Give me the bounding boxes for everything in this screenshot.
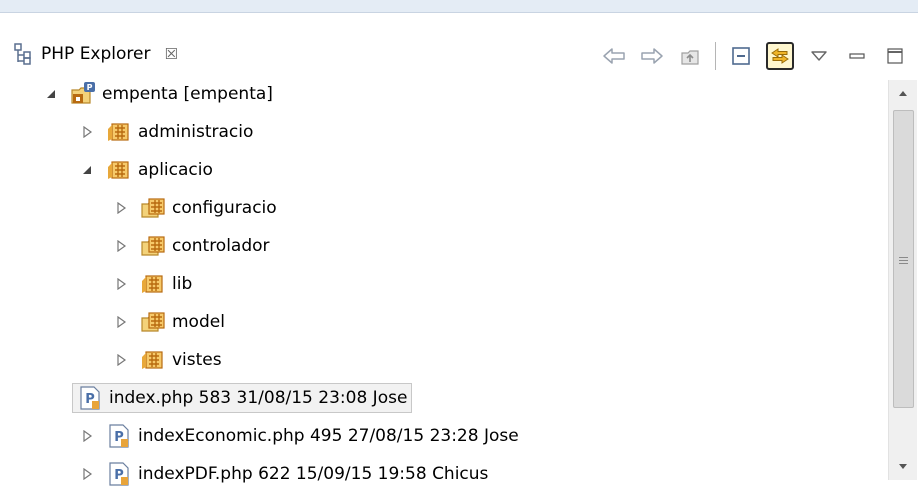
package-icon [108, 161, 129, 179]
tree-item[interactable]: model [114, 305, 225, 339]
tree-item-label: aplicacio [138, 160, 213, 180]
close-icon[interactable]: ☒ [164, 45, 177, 63]
package-icon [142, 275, 163, 293]
collapse-all-button[interactable] [728, 43, 754, 69]
php-explorer-icon [14, 42, 31, 65]
link-with-editor-icon [771, 48, 789, 64]
tree-item[interactable]: P indexPDF.php 622 15/09/15 19:58 Chicus [80, 457, 488, 491]
scroll-thumb[interactable] [893, 110, 914, 408]
view-title: PHP Explorer [41, 43, 151, 64]
collapse-all-icon [732, 47, 750, 65]
tree-item[interactable]: aplicacio [80, 153, 213, 187]
maximize-icon [887, 48, 903, 64]
up-button[interactable] [677, 43, 703, 69]
tree-item-label: controlador [172, 236, 270, 256]
tree-item[interactable]: administracio [80, 115, 253, 149]
minimize-button[interactable] [844, 43, 870, 69]
tree-item-label: indexPDF.php 622 15/09/15 19:58 Chicus [138, 464, 489, 484]
collapsed-twistie-icon[interactable] [114, 315, 128, 329]
tree-item-label: configuracio [172, 198, 277, 218]
php-project-icon: P [71, 82, 95, 104]
link-with-editor-button[interactable] [766, 42, 794, 70]
scroll-up-arrow-icon [899, 91, 907, 96]
collapsed-twistie-icon[interactable] [80, 125, 94, 139]
collapsed-twistie-icon[interactable] [114, 353, 128, 367]
tree-item[interactable]: P indexEconomic.php 495 27/08/15 23:28 J… [80, 419, 519, 453]
back-arrow-icon [603, 48, 625, 64]
php-file-icon: P [109, 424, 129, 448]
forward-arrow-icon [641, 48, 663, 64]
tree-item[interactable]: configuracio [114, 191, 277, 225]
tree-item-selected[interactable]: P index.php 583 31/08/15 23:08 Jose [72, 381, 413, 415]
tree-item[interactable]: controlador [114, 229, 270, 263]
tree-item-label: model [172, 312, 225, 332]
package-folder-icon [141, 236, 165, 256]
package-folder-icon [141, 312, 165, 332]
tree-item-label: indexEconomic.php 495 27/08/15 23:28 Jos… [138, 426, 519, 446]
tree-item-label: index.php 583 31/08/15 23:08 Jose [109, 388, 408, 408]
tree-item-label: empenta [empenta] [102, 84, 273, 104]
up-folder-icon [681, 50, 699, 65]
collapsed-twistie-icon[interactable] [80, 467, 94, 481]
package-icon [142, 351, 163, 369]
project-tree: P empenta [empenta] administracio aplica… [0, 77, 888, 486]
view-top-strip [0, 0, 918, 13]
maximize-button[interactable] [882, 43, 908, 69]
scroll-down-arrow-icon [899, 464, 907, 469]
scroll-up-button[interactable] [889, 82, 917, 104]
tree-item-label: administracio [138, 122, 254, 142]
package-folder-icon [141, 198, 165, 218]
minimize-icon [849, 53, 865, 59]
tree-item-label: vistes [172, 350, 222, 370]
package-icon [108, 123, 129, 141]
tree-item[interactable]: P empenta [empenta] [44, 77, 273, 111]
tree-item-label-wrap: P index.php 583 31/08/15 23:08 Jose [72, 383, 413, 413]
tree-item-label: lib [172, 274, 193, 294]
php-explorer-tab[interactable]: PHP Explorer ☒ [14, 37, 178, 70]
tree-item[interactable]: vistes [114, 343, 222, 377]
scroll-down-button[interactable] [889, 456, 917, 478]
forward-button[interactable] [639, 43, 665, 69]
collapsed-twistie-icon[interactable] [114, 201, 128, 215]
tree-item[interactable]: lib [114, 267, 192, 301]
php-file-icon: P [109, 462, 129, 486]
svg-text:P: P [87, 83, 93, 92]
php-file-icon: P [80, 386, 100, 410]
vertical-scrollbar[interactable] [888, 80, 917, 480]
back-button[interactable] [601, 43, 627, 69]
view-tab-bar: PHP Explorer ☒ [0, 13, 918, 71]
scroll-grip-icon [899, 255, 908, 266]
collapsed-twistie-icon[interactable] [114, 277, 128, 291]
collapsed-twistie-icon[interactable] [80, 429, 94, 443]
toolbar-separator [715, 42, 716, 70]
expanded-twistie-icon[interactable] [80, 163, 94, 177]
collapsed-twistie-icon[interactable] [114, 239, 128, 253]
view-menu-button[interactable] [806, 43, 832, 69]
view-toolbar [601, 42, 908, 70]
expanded-twistie-icon[interactable] [44, 87, 58, 101]
view-menu-icon [811, 51, 827, 61]
